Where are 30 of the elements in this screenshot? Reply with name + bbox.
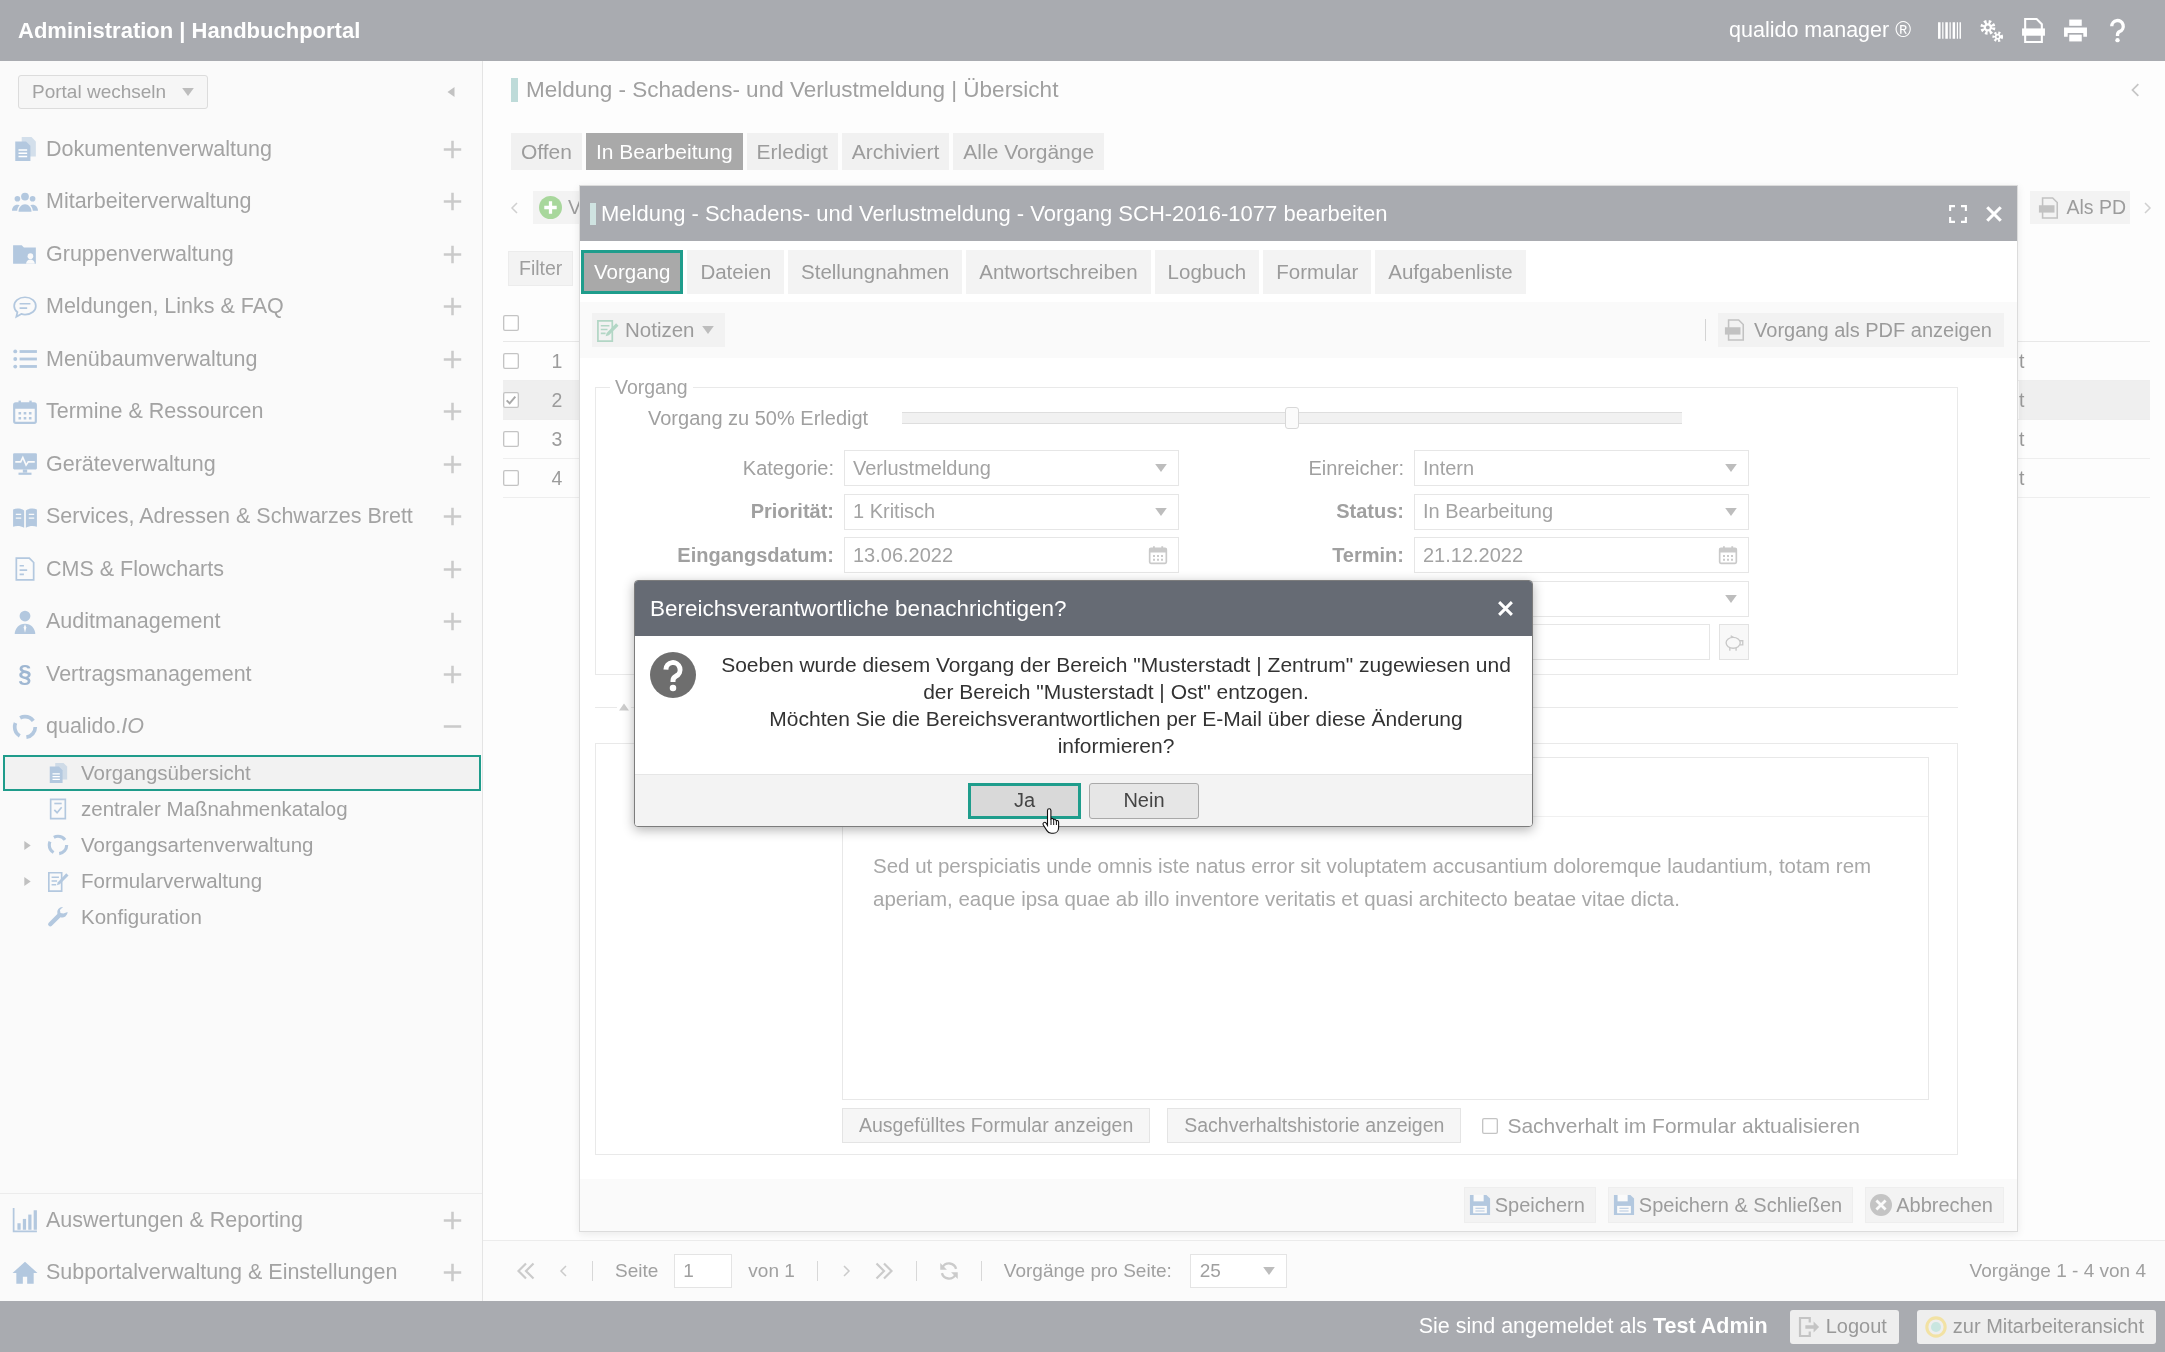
row-number: 4 <box>550 466 564 490</box>
row-number: 3 <box>550 427 564 451</box>
table-cell-text: t <box>2019 348 2026 374</box>
section-sign-icon: § <box>12 660 38 689</box>
description-text: Sed ut perspiciatis unde omnis iste natus error sit voluptatem accusantium doloremque laudantium, totam rem aperiam, eaque ipsa quae ab illo inventore veritatis et quasi architecto beatae vitae dicta. <box>873 853 1873 912</box>
table-cell-text: t <box>2019 465 2026 491</box>
row-number: 2 <box>550 388 564 412</box>
field-label: Kategorie: <box>741 456 834 480</box>
group-legend: Vorgang <box>610 376 693 399</box>
page-summary: Vorgänge 1 - 4 von 4 <box>1969 1260 2146 1282</box>
product-name: qualido manager ® <box>1729 18 1911 43</box>
dialog-title: Bereichsverantwortliche benachrichtigen? <box>650 595 1067 622</box>
field-label: Priorität: <box>749 500 834 523</box>
checkbox-label: Sachverhalt im Formular aktualisieren <box>1507 1113 1860 1138</box>
page-label: Seite <box>615 1260 659 1282</box>
table-cell: t <box>2019 381 2150 419</box>
field-label: Termin: <box>1331 543 1404 567</box>
table-cell-text: t <box>2019 426 2026 452</box>
field-label: Eingangsdatum: <box>676 543 834 567</box>
progress-label: Vorgang zu 50% Erledigt <box>648 406 870 430</box>
page-title: Meldung - Schadens- und Verlustmeldung | Übersicht <box>526 77 1059 103</box>
window-title: Meldung - Schadens- und Verlustmeldung - Vorgang SCH-2016-1077 bearbeiten <box>601 200 1388 227</box>
login-info: Sie sind angemeldet als Test Admin <box>1418 1314 1768 1339</box>
field-label: Einreicher: <box>1307 456 1404 480</box>
dialog-message: Soeben wurde diesem Vorgang der Bereich "Musterstadt | Zentrum" zugewiesen und der Bereich "Musterstadt | Ost" entzogen. Möchten Sie die Bereichsverantwortlichen per E-Mail über diese Änderung informieren? <box>720 652 1512 759</box>
row-number: 1 <box>550 349 564 373</box>
field-label: Status: <box>1335 500 1404 523</box>
page-total: von 1 <box>748 1260 795 1282</box>
per-page-label: Vorgänge pro Seite: <box>1003 1260 1172 1282</box>
app-title: Administration | Handbuchportal <box>18 17 361 44</box>
